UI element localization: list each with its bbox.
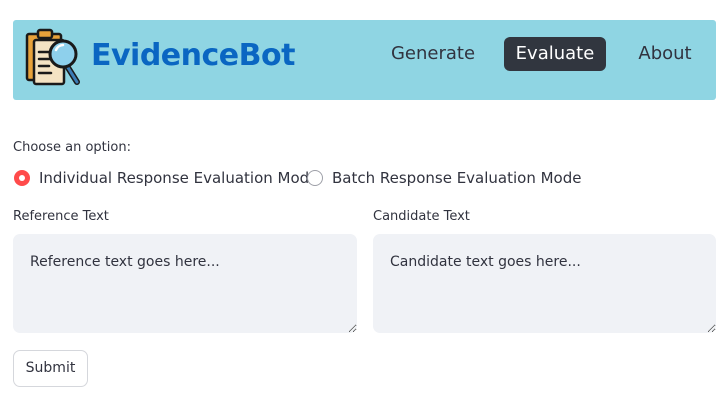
reference-text-input[interactable] bbox=[13, 234, 357, 333]
brand-title: EvidenceBot bbox=[91, 38, 295, 73]
reference-text-label: Reference Text bbox=[13, 209, 109, 224]
app-header: EvidenceBot Generate Evaluate About bbox=[13, 20, 716, 100]
document-magnifier-icon bbox=[25, 28, 80, 86]
nav-generate[interactable]: Generate bbox=[381, 37, 485, 71]
radio-individual-label: Individual Response Evaluation Mode bbox=[39, 169, 319, 187]
candidate-text-label: Candidate Text bbox=[373, 209, 470, 224]
radio-batch-mode[interactable]: Batch Response Evaluation Mode bbox=[307, 168, 581, 188]
radio-individual-mode[interactable]: Individual Response Evaluation Mode bbox=[14, 168, 318, 188]
candidate-text-input[interactable] bbox=[373, 234, 716, 333]
nav-evaluate[interactable]: Evaluate bbox=[504, 37, 606, 71]
nav-about[interactable]: About bbox=[627, 37, 703, 71]
radio-selected-icon[interactable] bbox=[14, 170, 30, 186]
mode-label: Choose an option: bbox=[13, 140, 131, 155]
radio-unselected-icon[interactable] bbox=[307, 170, 323, 186]
submit-button[interactable]: Submit bbox=[13, 350, 88, 387]
radio-batch-label: Batch Response Evaluation Mode bbox=[332, 169, 582, 187]
